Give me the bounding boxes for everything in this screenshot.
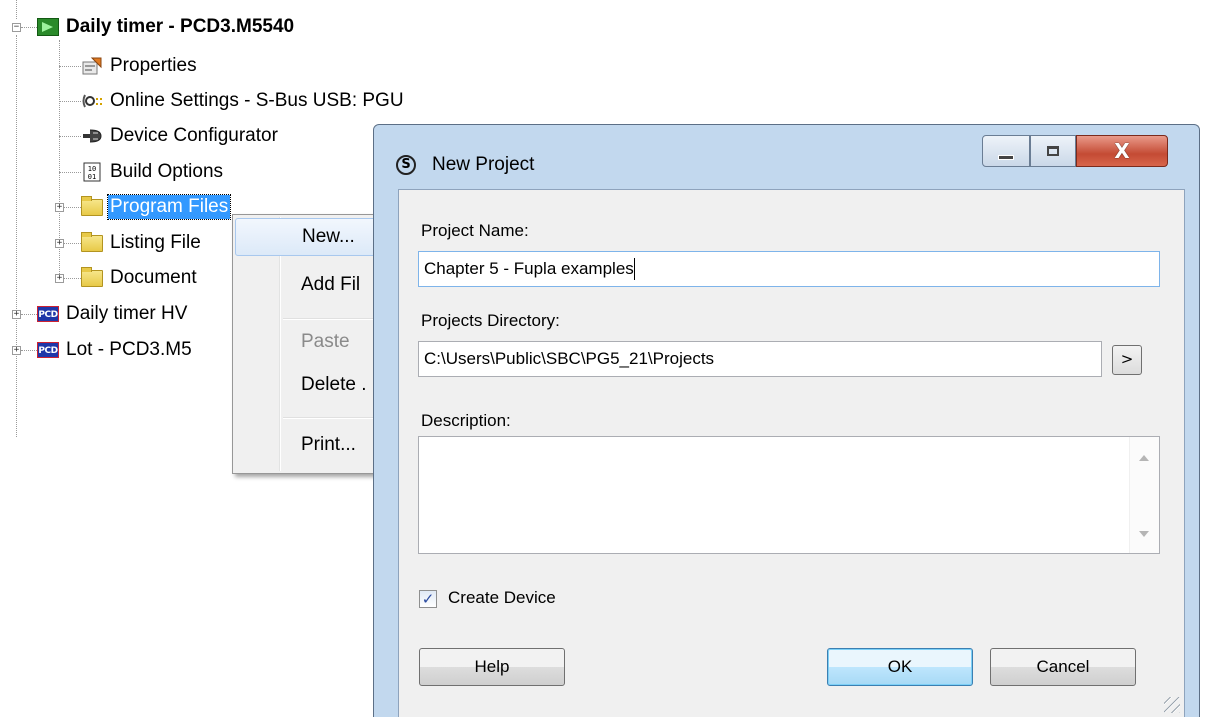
tree-item-documentation[interactable]: Document bbox=[81, 265, 199, 291]
cancel-button[interactable]: Cancel bbox=[990, 648, 1136, 686]
tree-connector bbox=[16, 35, 17, 437]
new-project-dialog: S New Project X Project Name: Chapter 5 … bbox=[373, 124, 1200, 717]
tree-item-build-options[interactable]: 10 01 Build Options bbox=[81, 159, 225, 185]
device-icon bbox=[37, 17, 59, 37]
dialog-title: New Project bbox=[432, 154, 535, 175]
tree-item-label: Device Configurator bbox=[110, 125, 278, 146]
tree-item-label: Properties bbox=[110, 55, 197, 76]
tree-item-label: Listing File bbox=[110, 232, 201, 253]
menu-item-label: Print... bbox=[301, 434, 356, 455]
menu-item-label: New... bbox=[302, 226, 355, 247]
tree-item-listing-files[interactable]: Listing File bbox=[81, 230, 203, 256]
tree-device-node[interactable]: PCD Daily timer HV bbox=[37, 301, 189, 327]
device-configurator-icon bbox=[81, 126, 103, 146]
browse-directory-button[interactable]: > bbox=[1112, 345, 1142, 375]
dialog-body: Project Name: Chapter 5 - Fupla examples… bbox=[398, 189, 1185, 717]
create-device-label[interactable]: Create Device bbox=[448, 588, 556, 608]
build-options-icon: 10 01 bbox=[81, 162, 103, 182]
collapse-device-toggle[interactable]: − bbox=[12, 23, 21, 32]
ok-button[interactable]: OK bbox=[827, 648, 973, 686]
tree-item-program-files[interactable]: Program Files bbox=[81, 194, 232, 220]
tree-item-device-configurator[interactable]: Device Configurator bbox=[81, 123, 280, 149]
tree-device-node[interactable]: PCD Lot - PCD3.M5 bbox=[37, 337, 194, 363]
dialog-titlebar[interactable]: S New Project X bbox=[374, 125, 1199, 189]
projects-directory-label: Projects Directory: bbox=[421, 311, 560, 330]
tree-item-label: Build Options bbox=[110, 161, 224, 182]
text-caret bbox=[633, 258, 635, 280]
close-icon: X bbox=[1114, 139, 1130, 163]
projects-directory-value: C:\Users\Public\SBC\PG5_21\Projects bbox=[424, 349, 715, 368]
minimize-icon bbox=[998, 154, 1014, 160]
help-button[interactable]: Help bbox=[419, 648, 565, 686]
close-button[interactable]: X bbox=[1076, 135, 1168, 167]
project-name-value: Chapter 5 - Fupla examples bbox=[424, 259, 634, 278]
project-name-label: Project Name: bbox=[421, 221, 529, 240]
tree-device-label: Daily timer HV bbox=[66, 303, 188, 324]
tree-item-label: Document bbox=[110, 267, 197, 288]
tree-connector bbox=[64, 243, 81, 244]
folder-icon bbox=[81, 195, 103, 217]
tree-connector bbox=[21, 314, 37, 315]
projects-directory-input[interactable]: C:\Users\Public\SBC\PG5_21\Projects bbox=[418, 341, 1102, 377]
app-icon: S bbox=[396, 155, 416, 175]
tree-connector bbox=[59, 101, 81, 102]
tree-device-node[interactable]: Daily timer - PCD3.M5540 bbox=[37, 14, 296, 40]
description-scrollbar[interactable] bbox=[1129, 437, 1159, 553]
project-name-input[interactable]: Chapter 5 - Fupla examples bbox=[418, 251, 1160, 287]
properties-icon bbox=[81, 56, 103, 76]
tree-device-label: Daily timer - PCD3.M5540 bbox=[66, 16, 295, 37]
tree-connector bbox=[59, 172, 81, 173]
create-device-checkbox[interactable]: ✓ bbox=[419, 590, 437, 608]
tree-connector bbox=[16, 0, 17, 19]
online-settings-icon bbox=[81, 91, 103, 111]
pcd-device-icon: PCD bbox=[37, 304, 59, 324]
expand-documentation-toggle[interactable]: + bbox=[55, 274, 64, 283]
maximize-icon bbox=[1047, 146, 1059, 156]
maximize-button[interactable] bbox=[1030, 135, 1076, 167]
menu-item-label: Delete . bbox=[301, 374, 367, 395]
scroll-up-icon[interactable] bbox=[1139, 455, 1149, 461]
tree-device-label: Lot - PCD3.M5 bbox=[66, 339, 192, 360]
scroll-down-icon[interactable] bbox=[1139, 531, 1149, 537]
tree-item-label: Online Settings - S-Bus USB: PGU bbox=[110, 90, 404, 111]
expand-device-toggle[interactable]: + bbox=[12, 310, 21, 319]
svg-text:10: 10 bbox=[88, 165, 96, 173]
expand-device-toggle[interactable]: + bbox=[12, 346, 21, 355]
expand-listing-files-toggle[interactable]: + bbox=[55, 239, 64, 248]
description-label: Description: bbox=[421, 411, 511, 430]
tree-item-online-settings[interactable]: Online Settings - S-Bus USB: PGU bbox=[81, 88, 406, 114]
minimize-button[interactable] bbox=[982, 135, 1030, 167]
expand-program-files-toggle[interactable]: + bbox=[55, 203, 64, 212]
menu-item-label: Paste bbox=[301, 331, 350, 352]
menu-item-label: Add Fil bbox=[301, 274, 361, 295]
folder-icon bbox=[81, 231, 103, 253]
tree-connector bbox=[59, 136, 81, 137]
tree-item-properties[interactable]: Properties bbox=[81, 53, 199, 79]
svg-text:01: 01 bbox=[88, 173, 96, 181]
tree-connector bbox=[64, 207, 81, 208]
description-textarea[interactable] bbox=[418, 436, 1160, 554]
tree-connector bbox=[21, 350, 37, 351]
tree-connector bbox=[64, 278, 81, 279]
tree-connector bbox=[59, 66, 81, 67]
resize-grip-icon[interactable] bbox=[1164, 697, 1180, 713]
tree-item-label: Program Files bbox=[106, 194, 232, 220]
pcd-device-icon: PCD bbox=[37, 340, 59, 360]
folder-icon bbox=[81, 266, 103, 288]
tree-connector bbox=[21, 27, 37, 28]
